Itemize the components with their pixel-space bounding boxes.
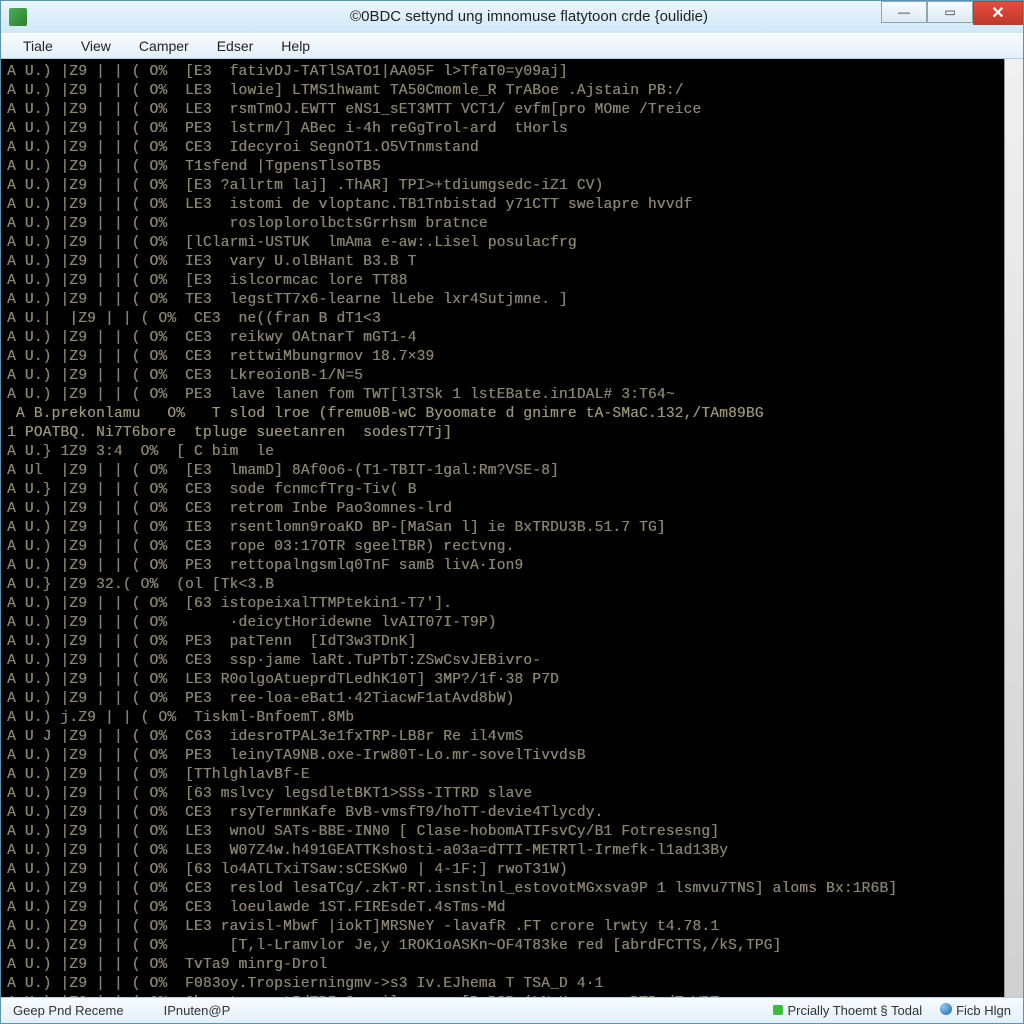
terminal-line: A U.) |Z9 | | ( O% PE3 ree-loa-eBat1·42T…: [7, 690, 1023, 709]
window-title: ©0BDC settynd ung imnomuse flatytoon crd…: [350, 8, 708, 25]
terminal-line: A U.) |Z9 | | ( O% LE3 rsmTmOJ.EWTT eNS1…: [7, 101, 1023, 120]
statusbar: Geep Pnd Receme IPnuten@P Prcially Thoem…: [1, 997, 1023, 1023]
terminal-line: A U.) |Z9 | | ( O% CE3 ssp·jame laRt.TuP…: [7, 652, 1023, 671]
menu-edser[interactable]: Edser: [203, 35, 268, 57]
terminal-line: A U.) |Z9 | | ( O% CE3 rsyTermnKafe BvB-…: [7, 804, 1023, 823]
terminal-line: A U.) |Z9 | | ( O% PE3 rettopalngsmlq0Tn…: [7, 557, 1023, 576]
terminal-line: A U J |Z9 | | ( O% C63 idesroTPAL3e1fxTR…: [7, 728, 1023, 747]
terminal-line: A U.) j.Z9 | | ( O% Tiskml-BnfoemT.8Mb: [7, 709, 1023, 728]
terminal-line: A U.) |Z9 | | ( O% CE3 rope 03:17OTR sge…: [7, 538, 1023, 557]
terminal-line: A U.} |Z9 | | ( O% CE3 sode fcnmcfTrg-Ti…: [7, 481, 1023, 500]
terminal-output[interactable]: A U.) |Z9 | | ( O% [E3 fativDJ-TATlSATO1…: [1, 59, 1023, 997]
terminal-line: A U.) |Z9 | | ( O% LE3 istomi de vloptan…: [7, 196, 1023, 215]
terminal-line: A U.) |Z9 | | ( O% PE3 leinyTA9NB.oxe-Ir…: [7, 747, 1023, 766]
terminal-line: A U.) |Z9 | | ( O% CE3 Idecyroi SegnOT1.…: [7, 139, 1023, 158]
status-pnuten: IPnuten@P: [164, 1003, 231, 1018]
terminal-line: A U.) |Z9 | | ( O% [T,l-Lramvlor Je,y 1R…: [7, 937, 1023, 956]
terminal-line: A U.) |Z9 | | ( O% PE3 patTenn [IdT3w3TD…: [7, 633, 1023, 652]
terminal-line: A U.) |Z9 | | ( O% [TThlghlavBf-E: [7, 766, 1023, 785]
terminal-line: A U.) |Z9 | | ( O% TE3 legstTT7x6-learne…: [7, 291, 1023, 310]
terminal-line: A U.) |Z9 | | ( O% CE3 reikwy OAtnarT mG…: [7, 329, 1023, 348]
terminal-line: A U.) |Z9 | | ( O% CE3 reslod lesaTCg/.z…: [7, 880, 1023, 899]
terminal-line: A U.) |Z9 | | ( O% CE3 LkreoionB-1/N=5: [7, 367, 1023, 386]
terminal-line: A U.) |Z9 | | ( O% Chenpteun vtIdTBF:Sar…: [7, 994, 1023, 997]
terminal-line: A U.) |Z9 | | ( O% [E3 fativDJ-TATlSATO1…: [7, 63, 1023, 82]
terminal-line: A U.) |Z9 | | ( O% T1sfend |TgpensTlsoTB…: [7, 158, 1023, 177]
title-wrap: ©0BDC settynd ung imnomuse flatytoon crd…: [35, 8, 1023, 26]
status-right: Prcially Thoemt § Todal Ficb Hlgn: [773, 1003, 1011, 1018]
terminal-line: A U.) |Z9 | | ( O% [E3 ?allrtm laj] .ThA…: [7, 177, 1023, 196]
terminal-line: A U.) |Z9 | | ( O% [lClarmi-USTUK lmAma …: [7, 234, 1023, 253]
terminal-line: A U.) |Z9 | | ( O% CE3 loeulawde 1ST.FIR…: [7, 899, 1023, 918]
terminal-line: A U.} 1Z9 3:4 O% [ C bim le: [7, 443, 1023, 462]
menu-camper[interactable]: Camper: [125, 35, 203, 57]
terminal-line: A U.) |Z9 | | ( O% TvTa9 minrg-Drol: [7, 956, 1023, 975]
terminal-line: A U.) |Z9 | | ( O% IE3 vary U.olBHant B3…: [7, 253, 1023, 272]
terminal-line: A U.) |Z9 | | ( O% rosloplorolbctsGrrhsm…: [7, 215, 1023, 234]
globe-icon: [940, 1003, 952, 1015]
terminal-line: A U.) |Z9 | | ( O% [63 lo4ATLTxiTSaw:sCE…: [7, 861, 1023, 880]
status-ficb: Ficb Hlgn: [940, 1003, 1011, 1018]
terminal-line: A U.| |Z9 | | ( O% CE3 ne((fran B dT1<3: [7, 310, 1023, 329]
terminal-line: A U.) |Z9 | | ( O% [63 mslvcy legsdletBK…: [7, 785, 1023, 804]
terminal-line: A U.) |Z9 | | ( O% LE3 R0olgoAtueprdTLed…: [7, 671, 1023, 690]
terminal-line: A U.) |Z9 | | ( O% IE3 rsentlomn9roaKD B…: [7, 519, 1023, 538]
titlebar[interactable]: ©0BDC settynd ung imnomuse flatytoon crd…: [1, 1, 1023, 33]
terminal-line: A U.) |Z9 | | ( O% CE3 rettwiMbungrmov 1…: [7, 348, 1023, 367]
app-icon: [9, 8, 27, 26]
minimize-button[interactable]: —: [881, 1, 927, 23]
terminal-line: A U.) |Z9 | | ( O% PE3 lave lanen fom TW…: [7, 386, 1023, 405]
terminal-line: A U.) |Z9 | | ( O% ·deicytHoridewne lvAI…: [7, 614, 1023, 633]
menubar: Tiale View Camper Edser Help: [1, 33, 1023, 59]
terminal-line: A U.) |Z9 | | ( O% LE3 wnoU SATs-BBE-INN…: [7, 823, 1023, 842]
status-left: Geep Pnd Receme IPnuten@P: [13, 1003, 773, 1018]
terminal-line: A U.) |Z9 | | ( O% F083oy.Tropsierningmv…: [7, 975, 1023, 994]
maximize-button[interactable]: ▭: [927, 1, 973, 23]
status-ok-icon: [773, 1005, 783, 1015]
terminal-line: A U.) |Z9 | | ( O% CE3 retrom Inbe Pao3o…: [7, 500, 1023, 519]
window-controls: — ▭ ✕: [881, 1, 1023, 29]
menu-view[interactable]: View: [67, 35, 125, 57]
app-window: ©0BDC settynd ung imnomuse flatytoon crd…: [0, 0, 1024, 1024]
menu-tiale[interactable]: Tiale: [9, 35, 67, 57]
close-button[interactable]: ✕: [973, 1, 1023, 25]
terminal-line: 1 POATBQ. Ni7T6bore tpluge sueetanren so…: [7, 424, 1023, 443]
terminal-line: A U.) |Z9 | | ( O% PE3 lstrm/] ABec i-4h…: [7, 120, 1023, 139]
terminal-line: A U.) |Z9 | | ( O% [63 istopeixalTTMPtek…: [7, 595, 1023, 614]
terminal-line: A U.) |Z9 | | ( O% [E3 islcormcac lore T…: [7, 272, 1023, 291]
terminal-line: A U.} |Z9 32.( O% (ol [Tk<3.B: [7, 576, 1023, 595]
terminal-line: A Ul |Z9 | | ( O% [E3 lmamD] 8Af0o6-(T1-…: [7, 462, 1023, 481]
menu-help[interactable]: Help: [267, 35, 324, 57]
terminal-line: A U.) |Z9 | | ( O% LE3 ravisl-Mbwf |iokT…: [7, 918, 1023, 937]
terminal-line: A U.) |Z9 | | ( O% LE3 lowie] LTMS1hwamt…: [7, 82, 1023, 101]
terminal-line: A U.) |Z9 | | ( O% LE3 W07Z4w.h491GEATTK…: [7, 842, 1023, 861]
terminal-line: A B.prekonlamu O% T slod lroe (fremu0B-w…: [7, 405, 1023, 424]
status-geep: Geep Pnd Receme: [13, 1003, 124, 1018]
status-prcially: Prcially Thoemt § Todal: [773, 1003, 922, 1018]
